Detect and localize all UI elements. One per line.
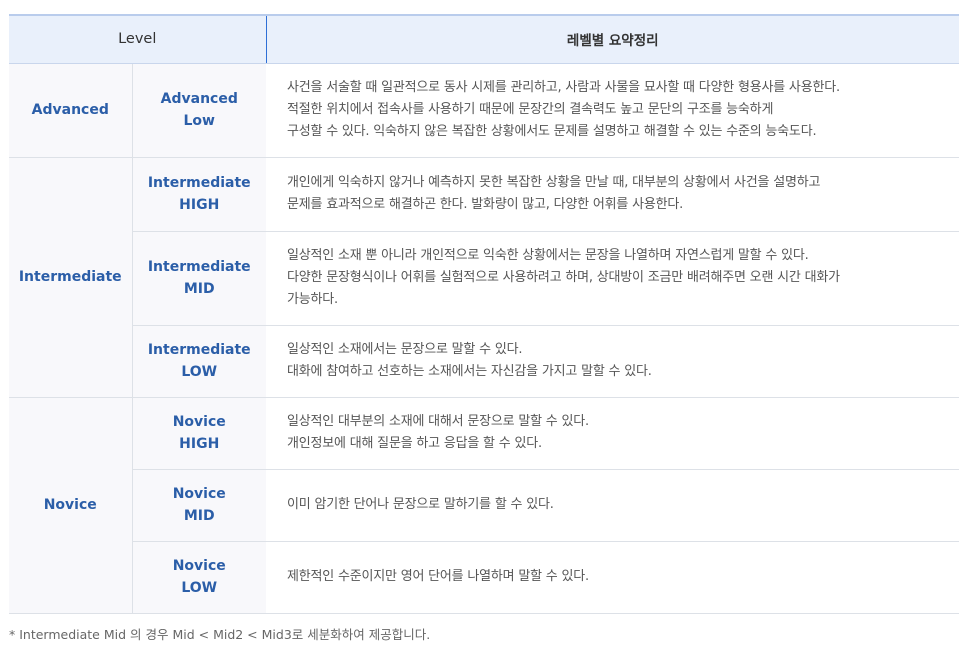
level-cell-novice-high: Novice HIGH	[132, 397, 266, 470]
level-cell-novice-mid: Novice MID	[132, 469, 266, 542]
level-grade: LOW	[181, 580, 218, 596]
level-name: Novice	[172, 558, 226, 574]
description-line: 구성할 수 있다. 익숙하지 않은 복잡한 상황에서도 문제를 설명하고 해결할…	[287, 124, 817, 139]
level-grade: Low	[183, 113, 215, 129]
level-cell-advanced-low: Advanced Low	[132, 63, 266, 158]
table-row-intermediate-low: Intermediate LOW 일상적인 소재에서는 문장으로 말할 수 있다…	[9, 325, 959, 398]
level-summary-table: Level 레벨별 요약정리 Advanced Advanced Low 사건을…	[9, 14, 959, 614]
description-line: 개인정보에 대해 질문을 하고 응답을 할 수 있다.	[287, 436, 542, 451]
description-line: 일상적인 대부분의 소재에 대해서 문장으로 말할 수 있다.	[287, 414, 589, 429]
description-cell-intermediate-high: 개인에게 익숙하지 않거나 예측하지 못한 복잡한 상황을 만날 때, 대부분의…	[266, 157, 959, 232]
level-grade: MID	[183, 508, 215, 524]
description-line: 가능하다.	[287, 292, 338, 307]
table-row-novice-mid: Novice MID 이미 암기한 단어나 문장으로 말하기를 할 수 있다.	[9, 469, 959, 542]
level-column-header: Level	[9, 14, 266, 64]
description-cell-advanced-low: 사건을 서술할 때 일관적으로 동사 시제를 관리하고, 사람과 사물을 묘사할…	[266, 63, 959, 158]
level-cell-intermediate-high: Intermediate HIGH	[132, 157, 266, 232]
level-name: Advanced	[160, 91, 238, 107]
level-name: Intermediate	[147, 259, 251, 275]
level-cell-intermediate-low: Intermediate LOW	[132, 325, 266, 398]
group-cell-advanced: Advanced	[9, 63, 133, 158]
level-summary-table-wrapper: Level 레벨별 요약정리 Advanced Advanced Low 사건을…	[9, 14, 959, 614]
description-line: 대화에 참여하고 선호하는 소재에서는 자신감을 가지고 말할 수 있다.	[287, 364, 652, 379]
level-cell-novice-low: Novice LOW	[132, 541, 266, 614]
description-cell-novice-high: 일상적인 대부분의 소재에 대해서 문장으로 말할 수 있다. 개인정보에 대해…	[266, 397, 959, 470]
table-row-novice-high: Novice Novice HIGH 일상적인 대부분의 소재에 대해서 문장으…	[9, 397, 959, 614]
level-grade: HIGH	[179, 436, 220, 452]
table-row-intermediate-mid: Intermediate MID 일상적인 소재 뿐 아니라 개인적으로 익숙한…	[9, 231, 959, 326]
table-row-advanced-low: Advanced Advanced Low 사건을 서술할 때 일관적으로 동사…	[9, 63, 959, 158]
table-row-novice-low: Novice LOW 제한적인 수준이지만 영어 단어를 나열하며 말할 수 있…	[9, 541, 959, 614]
description-cell-intermediate-mid: 일상적인 소재 뿐 아니라 개인적으로 익숙한 상황에서는 문장을 나열하며 자…	[266, 231, 959, 326]
summary-column-header: 레벨별 요약정리	[265, 14, 959, 64]
description-line: 일상적인 소재 뿐 아니라 개인적으로 익숙한 상황에서는 문장을 나열하며 자…	[287, 248, 809, 263]
description-cell-intermediate-low: 일상적인 소재에서는 문장으로 말할 수 있다. 대화에 참여하고 선호하는 소…	[266, 325, 959, 398]
level-name: Intermediate	[147, 342, 251, 358]
group-cell-novice: Novice	[9, 397, 133, 614]
description-line: 일상적인 소재에서는 문장으로 말할 수 있다.	[287, 342, 523, 357]
description-line: 사건을 서술할 때 일관적으로 동사 시제를 관리하고, 사람과 사물을 묘사할…	[287, 80, 840, 95]
level-name: Intermediate	[147, 175, 251, 191]
description-line: 적절한 위치에서 접속사를 사용하기 때문에 문장간의 결속력도 높고 문단의 …	[287, 102, 774, 117]
description-cell-novice-mid: 이미 암기한 단어나 문장으로 말하기를 할 수 있다.	[266, 469, 959, 542]
level-name: Novice	[172, 486, 226, 502]
description-cell-novice-low: 제한적인 수준이지만 영어 단어를 나열하며 말할 수 있다.	[266, 541, 959, 614]
description-line: 이미 암기한 단어나 문장으로 말하기를 할 수 있다.	[287, 497, 554, 512]
level-grade: LOW	[181, 364, 218, 380]
group-cell-intermediate: Intermediate	[9, 157, 133, 398]
table-row-intermediate-high: Intermediate Intermediate HIGH 개인에게 익숙하지…	[9, 157, 959, 398]
level-cell-intermediate-mid: Intermediate MID	[132, 231, 266, 326]
level-grade: MID	[183, 281, 215, 297]
level-grade: HIGH	[179, 197, 220, 213]
level-name: Novice	[172, 414, 226, 430]
description-line: 문제를 효과적으로 해결하곤 한다. 발화량이 많고, 다양한 어휘를 사용한다…	[287, 197, 684, 212]
description-line: 다양한 문장형식이나 어휘를 실험적으로 사용하려고 하며, 상대방이 조금만 …	[287, 270, 840, 285]
description-line: 제한적인 수준이지만 영어 단어를 나열하며 말할 수 있다.	[287, 569, 589, 584]
description-line: 개인에게 익숙하지 않거나 예측하지 못한 복잡한 상황을 만날 때, 대부분의…	[287, 175, 821, 190]
footnote: * Intermediate Mid 의 경우 Mid < Mid2 < Mid…	[9, 627, 431, 642]
table-header-row: Level 레벨별 요약정리	[9, 14, 959, 64]
